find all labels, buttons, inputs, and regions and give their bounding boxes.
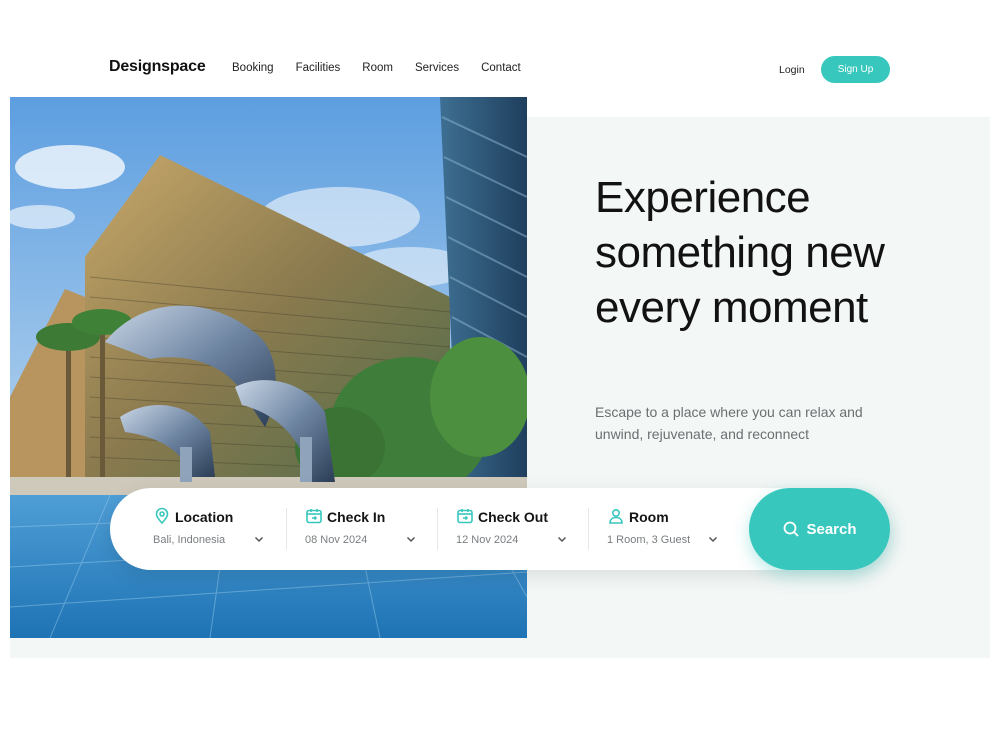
location-value: Bali, Indonesia — [153, 534, 226, 546]
room-value: 1 Room, 3 Guest — [607, 534, 691, 546]
chevron-down-icon — [254, 536, 264, 543]
signup-button[interactable]: Sign Up — [821, 56, 890, 83]
nav-link-contact[interactable]: Contact — [481, 62, 521, 74]
user-icon — [609, 508, 623, 524]
map-pin-icon — [155, 507, 169, 525]
room-label: Room — [629, 509, 669, 525]
nav-link-services[interactable]: Services — [415, 62, 459, 74]
brand-logo[interactable]: Designspace — [109, 58, 206, 76]
calendar-out-icon — [457, 509, 473, 524]
calendar-in-icon — [306, 509, 322, 524]
nav-link-room[interactable]: Room — [362, 62, 393, 74]
check-in-field[interactable]: Check In 08 Nov 2024 — [305, 507, 435, 553]
check-out-field[interactable]: Check Out 12 Nov 2024 — [456, 507, 586, 553]
booking-search-bar: Location Bali, Indonesia Check In 08 Nov… — [110, 488, 890, 570]
hero-subtext: Escape to a place where you can relax an… — [595, 404, 863, 442]
location-label: Location — [175, 509, 234, 525]
search-button-label: Search — [806, 520, 857, 538]
check-in-label: Check In — [327, 509, 386, 525]
room-field[interactable]: Room 1 Room, 3 Guest — [607, 507, 737, 553]
check-in-value: 08 Nov 2024 — [305, 534, 368, 546]
check-out-label: Check Out — [478, 509, 549, 525]
field-divider — [286, 508, 287, 550]
chevron-down-icon — [406, 536, 416, 543]
field-divider — [437, 508, 438, 550]
hero-headline: Experience something new every moment — [595, 173, 885, 332]
nav-link-facilities[interactable]: Facilities — [296, 62, 341, 74]
top-navbar: Designspace Booking Facilities Room Serv… — [0, 0, 1000, 97]
field-divider — [588, 508, 589, 550]
search-icon — [784, 521, 800, 537]
check-out-value: 12 Nov 2024 — [456, 534, 519, 546]
location-field[interactable]: Location Bali, Indonesia — [153, 507, 283, 553]
search-button[interactable]: Search — [749, 488, 890, 570]
chevron-down-icon — [708, 536, 718, 543]
chevron-down-icon — [557, 536, 567, 543]
nav-link-booking[interactable]: Booking — [232, 62, 274, 74]
main-menu: Booking Facilities Room Services Contact — [232, 62, 543, 74]
login-link[interactable]: Login — [779, 64, 805, 76]
